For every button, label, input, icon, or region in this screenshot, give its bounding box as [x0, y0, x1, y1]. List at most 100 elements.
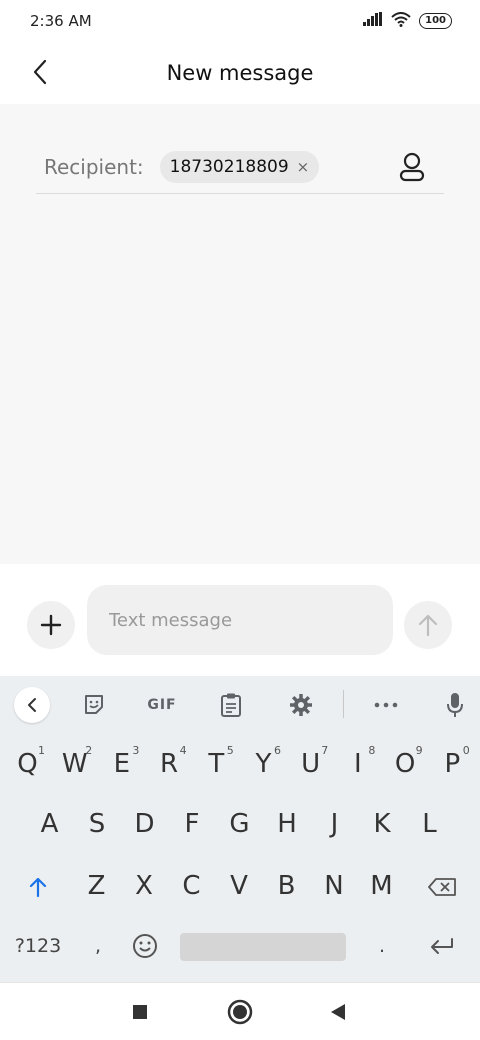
gear-icon — [290, 694, 312, 716]
key-label: E — [113, 749, 131, 779]
period-key[interactable]: . — [362, 926, 402, 966]
key-q[interactable]: Q1 — [4, 742, 51, 786]
key-label: P — [444, 749, 461, 779]
key-l[interactable]: L — [406, 802, 453, 846]
sticker-icon — [85, 695, 103, 714]
plus-icon — [40, 614, 62, 636]
key-i[interactable]: I8 — [334, 742, 381, 786]
home-circle-icon — [227, 999, 253, 1025]
recipient-chip-value: 18730218809 — [169, 156, 289, 177]
key-label: O — [394, 749, 416, 779]
key-k[interactable]: K — [359, 802, 406, 846]
key-number-hint: 7 — [321, 744, 329, 757]
keyboard-collapse-button[interactable] — [14, 687, 50, 723]
triangle-back-icon — [331, 1004, 345, 1020]
voice-input-button[interactable] — [438, 688, 472, 722]
recipient-row: Recipient: 18730218809 × — [36, 140, 444, 194]
key-number-hint: 2 — [85, 744, 93, 757]
chevron-left-icon — [28, 698, 36, 712]
keyboard: G I F Q 1 W 2 E 3 R 4 T 5 Y 6 U 7 I 8 O 9 … — [0, 676, 480, 982]
clipboard-button[interactable] — [214, 688, 248, 722]
key-u[interactable]: U7 — [287, 742, 334, 786]
key-e[interactable]: E3 — [98, 742, 145, 786]
key-w[interactable]: W2 — [51, 742, 98, 786]
recipient-label: Recipient: — [44, 154, 144, 179]
wifi-icon — [391, 11, 411, 31]
key-label: I — [354, 749, 362, 779]
person-icon — [399, 152, 425, 182]
key-d[interactable]: D — [121, 802, 168, 846]
back-nav-button[interactable] — [324, 998, 352, 1026]
key-x[interactable]: X — [121, 864, 168, 908]
key-label: T — [208, 749, 225, 779]
key-j[interactable]: J — [311, 802, 358, 846]
battery-indicator: 100 — [419, 13, 452, 29]
more-options-button[interactable] — [369, 688, 403, 722]
key-b[interactable]: B — [263, 864, 310, 908]
clipboard-icon — [221, 693, 241, 717]
numbers-key[interactable]: ?123 — [6, 926, 70, 966]
key-g[interactable]: G — [216, 802, 263, 846]
space-key[interactable] — [180, 933, 346, 961]
key-number-hint: 9 — [415, 744, 423, 757]
app-header: New message — [0, 42, 480, 104]
keyboard-toolbar: GIF — [0, 676, 480, 732]
key-m[interactable]: M — [358, 864, 405, 908]
status-bar: 2:36 AM 100 — [0, 0, 480, 42]
contact-picker-button[interactable] — [396, 151, 428, 183]
shift-arrow-icon — [29, 877, 47, 898]
message-content-area: Recipient: 18730218809 × — [0, 104, 480, 564]
square-icon — [133, 1005, 147, 1019]
key-number-hint: 1 — [38, 744, 45, 757]
system-navigation-bar — [0, 982, 480, 1040]
key-y[interactable]: Y6 — [240, 742, 287, 786]
key-label: W — [61, 749, 88, 779]
back-button[interactable] — [24, 56, 56, 88]
chip-remove-icon[interactable]: × — [297, 158, 310, 176]
comma-key[interactable]: , — [78, 926, 118, 966]
enter-icon — [431, 938, 453, 954]
shift-key[interactable] — [14, 866, 62, 908]
status-time: 2:36 AM — [30, 12, 92, 30]
key-t[interactable]: T5 — [193, 742, 240, 786]
send-button[interactable] — [404, 601, 452, 649]
keyboard-settings-button[interactable] — [284, 688, 318, 722]
microphone-icon — [447, 693, 463, 717]
compose-bar — [0, 564, 480, 676]
emoji-key[interactable] — [124, 926, 166, 966]
enter-key[interactable] — [418, 926, 466, 966]
key-z[interactable]: Z — [73, 864, 120, 908]
home-button[interactable] — [226, 998, 254, 1026]
arrow-up-icon — [418, 614, 438, 637]
key-number-hint: 4 — [179, 744, 187, 757]
add-attachment-button[interactable] — [27, 601, 75, 649]
key-s[interactable]: S — [74, 802, 121, 846]
key-number-hint: 3 — [132, 744, 140, 757]
message-input[interactable] — [87, 585, 393, 655]
signal-icon — [363, 12, 383, 30]
key-label: Q — [17, 749, 38, 779]
key-number-hint: 0 — [462, 744, 470, 757]
key-n[interactable]: N — [311, 864, 358, 908]
key-f[interactable]: F — [169, 802, 216, 846]
key-label: R — [160, 749, 179, 779]
key-a[interactable]: A — [26, 802, 73, 846]
key-c[interactable]: C — [168, 864, 215, 908]
key-p[interactable]: P0 — [429, 742, 476, 786]
key-number-hint: 8 — [368, 744, 376, 757]
backspace-key[interactable] — [416, 866, 468, 908]
key-number-hint: 6 — [274, 744, 281, 757]
key-o[interactable]: O9 — [382, 742, 429, 786]
sticker-button[interactable] — [77, 688, 111, 722]
recipient-chip[interactable]: 18730218809 × — [159, 150, 320, 183]
key-h[interactable]: H — [264, 802, 311, 846]
key-v[interactable]: V — [216, 864, 263, 908]
key-label: U — [301, 749, 321, 779]
key-r[interactable]: R4 — [146, 742, 193, 786]
page-title: New message — [166, 61, 314, 85]
key-number-hint: 5 — [226, 744, 234, 757]
chevron-left-icon — [33, 59, 47, 85]
recents-button[interactable] — [126, 998, 154, 1026]
gif-button[interactable]: GIF — [142, 688, 182, 722]
gif-label: GIF — [147, 697, 177, 713]
